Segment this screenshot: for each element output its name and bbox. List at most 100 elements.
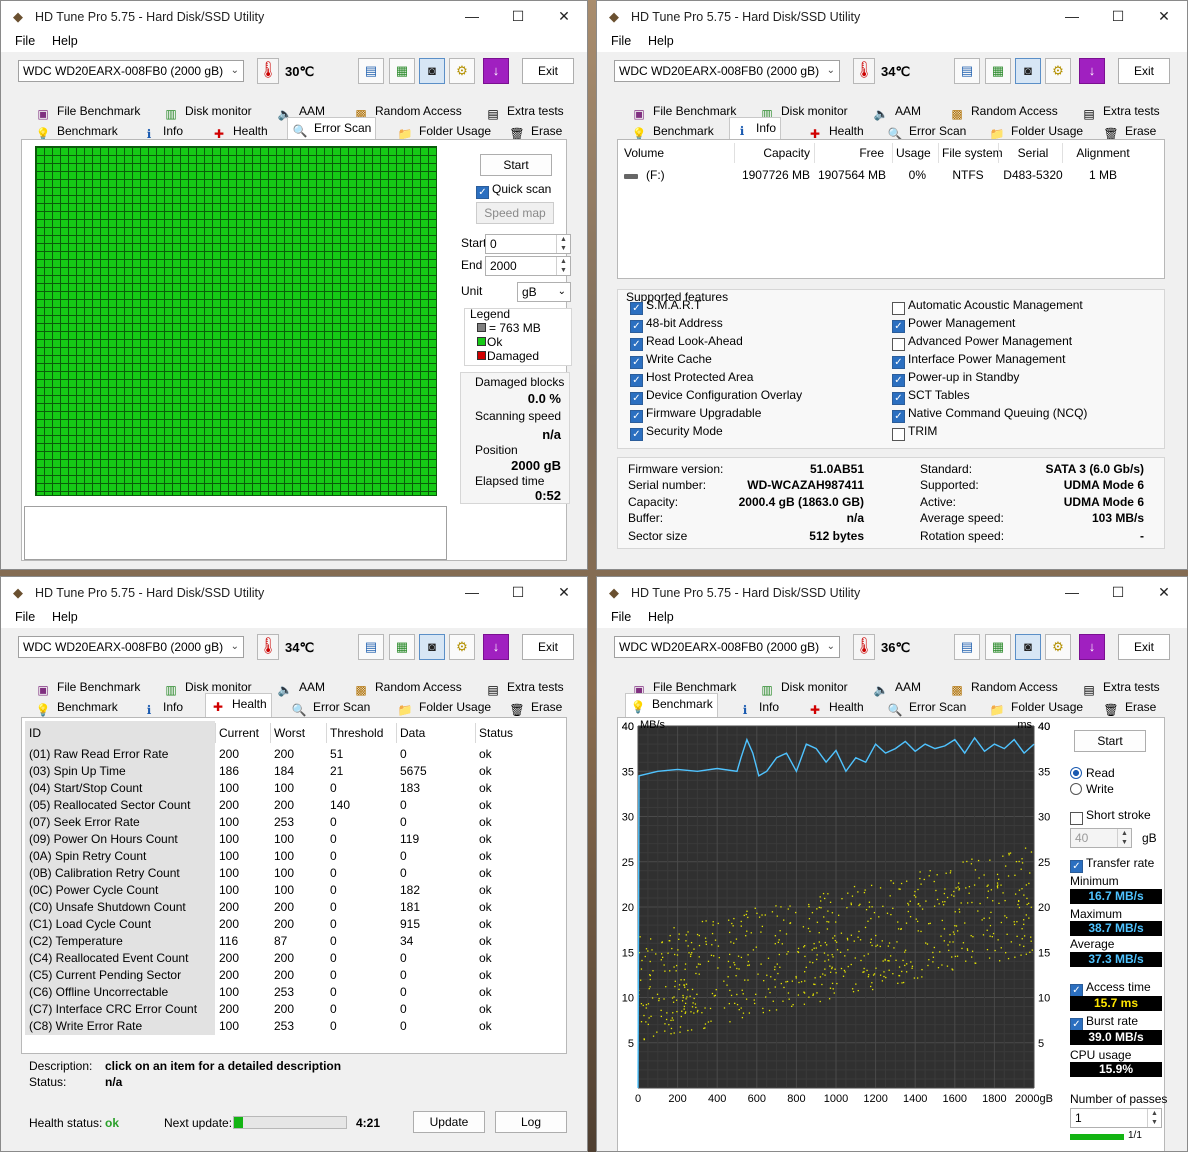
screenshot-icon[interactable]: ◙ [1015, 634, 1041, 660]
tab-info[interactable]: ℹ Info [141, 697, 183, 717]
update-button[interactable]: Update [413, 1111, 485, 1133]
tab-erase[interactable]: 🗑 Erase [509, 697, 562, 717]
menu-file[interactable]: File [15, 610, 35, 624]
tab-extra-tests[interactable]: ▤ Extra tests [485, 101, 563, 121]
tab-benchmark[interactable]: 💡 Benchmark [35, 121, 118, 141]
tab-benchmark[interactable]: 💡 Benchmark [35, 697, 118, 717]
drive-select[interactable]: WDC WD20EARX-008FB0 (2000 gB) ⌄ [614, 60, 840, 82]
smart-row[interactable]: (C0) Unsafe Shutdown Count 200 200 0 181 ok [25, 899, 565, 916]
smart-row[interactable]: (0C) Power Cycle Count 100 100 0 182 ok [25, 882, 565, 899]
volume-header-0[interactable]: Volume [624, 146, 734, 160]
start-button[interactable]: Start [1074, 730, 1146, 752]
tab-disk-monitor[interactable]: ▥ Disk monitor [759, 677, 847, 697]
menu-help[interactable]: Help [648, 34, 674, 48]
tab-benchmark[interactable]: 💡 Benchmark [631, 121, 714, 141]
tab-health[interactable]: ✚ Health [211, 121, 268, 141]
feature-checkbox-right-7[interactable]: ✓TRIM [892, 424, 937, 441]
drive-select[interactable]: WDC WD20EARX-008FB0 (2000 gB) ⌄ [614, 636, 840, 658]
smart-row[interactable]: (0B) Calibration Retry Count 100 100 0 0 ok [25, 865, 565, 882]
tab-health[interactable]: ✚ Health [807, 121, 864, 141]
copy-table-icon[interactable]: ▦ [985, 634, 1011, 660]
tab-file-benchmark[interactable]: ▣ File Benchmark [35, 101, 140, 121]
smart-row[interactable]: (C1) Load Cycle Count 200 200 0 915 ok [25, 916, 565, 933]
volume-header-2[interactable]: Free [818, 146, 884, 160]
spin-arrows-icon[interactable]: ▲ ▼ [556, 257, 570, 275]
close-button[interactable]: ✕ [541, 577, 587, 608]
copy-table-icon[interactable]: ▦ [985, 58, 1011, 84]
tab-error-scan[interactable]: 🔍 Error Scan [287, 117, 377, 141]
smart-row[interactable]: (0A) Spin Retry Count 100 100 0 0 ok [25, 848, 565, 865]
drive-select[interactable]: WDC WD20EARX-008FB0 (2000 gB) ⌄ [18, 636, 244, 658]
spin-arrows-icon[interactable]: ▲ ▼ [1117, 829, 1131, 847]
feature-checkbox-left-4[interactable]: ✓ Host Protected Area [630, 370, 753, 387]
copy-text-icon[interactable]: ▤ [954, 634, 980, 660]
feature-checkbox-left-1[interactable]: ✓ 48-bit Address [630, 316, 723, 333]
minimize-button[interactable]: — [449, 1, 495, 32]
close-button[interactable]: ✕ [1141, 577, 1187, 608]
transfer-rate-checkbox[interactable]: ✓ Transfer rate [1070, 856, 1154, 873]
tab-aam[interactable]: 🔈 AAM [873, 677, 922, 697]
tab-health[interactable]: ✚ Health [205, 693, 272, 717]
feature-checkbox-right-2[interactable]: ✓Advanced Power Management [892, 334, 1072, 351]
smart-header-3[interactable]: Threshold [330, 725, 383, 742]
tab-erase[interactable]: 🗑 Erase [1103, 697, 1156, 717]
start-field[interactable]: 0 ▲ ▼ [485, 234, 571, 254]
spin-arrows-icon[interactable]: ▲ ▼ [1147, 1109, 1161, 1127]
feature-checkbox-right-1[interactable]: ✓ Power Management [892, 316, 1015, 333]
download-icon[interactable]: ↓ [1079, 634, 1105, 660]
download-icon[interactable]: ↓ [1079, 58, 1105, 84]
menu-help[interactable]: Help [648, 610, 674, 624]
smart-row[interactable]: (C6) Offline Uncorrectable 100 253 0 0 ok [25, 984, 565, 1001]
tab-error-scan[interactable]: 🔍 Error Scan [887, 697, 967, 717]
smart-row[interactable]: (01) Raw Read Error Rate 200 200 51 0 ok [25, 746, 565, 763]
screenshot-icon[interactable]: ◙ [1015, 58, 1041, 84]
smart-row[interactable]: (05) Reallocated Sector Count 200 200 140 0 o… [25, 797, 565, 814]
menu-file[interactable]: File [611, 610, 631, 624]
maximize-button[interactable]: ☐ [1095, 577, 1141, 608]
log-button[interactable]: Log [495, 1111, 567, 1133]
screenshot-icon[interactable]: ◙ [419, 634, 445, 660]
smart-row[interactable]: (04) Start/Stop Count 100 100 0 183 ok [25, 780, 565, 797]
smart-row[interactable]: (C8) Write Error Rate 100 253 0 0 ok [25, 1018, 565, 1035]
spin-arrows-icon[interactable]: ▲ ▼ [556, 235, 570, 253]
exit-button[interactable]: Exit [1118, 634, 1170, 660]
tab-erase[interactable]: 🗑 Erase [509, 121, 562, 141]
smart-header-2[interactable]: Worst [274, 725, 305, 742]
volume-header-5[interactable]: Serial [1002, 146, 1064, 160]
unit-select[interactable]: gB ⌄ [517, 282, 571, 302]
smart-row[interactable]: (C7) Interface CRC Error Count 200 200 0 0 ok [25, 1001, 565, 1018]
tab-random-access[interactable]: ▩ Random Access [949, 101, 1057, 121]
feature-checkbox-right-3[interactable]: ✓ Interface Power Management [892, 352, 1065, 369]
tab-extra-tests[interactable]: ▤ Extra tests [1081, 677, 1159, 697]
exit-button[interactable]: Exit [522, 58, 574, 84]
tab-extra-tests[interactable]: ▤ Extra tests [485, 677, 563, 697]
tab-error-scan[interactable]: 🔍 Error Scan [291, 697, 371, 717]
copy-text-icon[interactable]: ▤ [358, 58, 384, 84]
minimize-button[interactable]: — [449, 577, 495, 608]
exit-button[interactable]: Exit [1118, 58, 1170, 84]
tab-extra-tests[interactable]: ▤ Extra tests [1081, 101, 1159, 121]
smart-row[interactable]: (03) Spin Up Time 186 184 21 5675 ok [25, 763, 565, 780]
volume-header-4[interactable]: File system [942, 146, 1003, 160]
read-radio[interactable]: Read [1070, 766, 1115, 780]
feature-checkbox-left-7[interactable]: ✓ Security Mode [630, 424, 723, 441]
copy-text-icon[interactable]: ▤ [358, 634, 384, 660]
tab-disk-monitor[interactable]: ▥ Disk monitor [163, 101, 251, 121]
passes-field[interactable]: 1 ▲ ▼ [1070, 1108, 1162, 1128]
smart-row[interactable]: (C5) Current Pending Sector 200 200 0 0 ok [25, 967, 565, 984]
tab-random-access[interactable]: ▩ Random Access [353, 677, 461, 697]
smart-row[interactable]: (07) Seek Error Rate 100 253 0 0 ok [25, 814, 565, 831]
tab-folder-usage[interactable]: 📁 Folder Usage [989, 121, 1084, 141]
smart-header-4[interactable]: Data [400, 725, 425, 742]
tab-info[interactable]: ℹ Info [141, 121, 183, 141]
download-icon[interactable]: ↓ [483, 634, 509, 660]
menu-help[interactable]: Help [52, 610, 78, 624]
options-icon[interactable]: ⚙ [1045, 634, 1071, 660]
options-icon[interactable]: ⚙ [449, 634, 475, 660]
smart-header-0[interactable]: ID [29, 725, 41, 742]
volume-header-6[interactable]: Alignment [1066, 146, 1140, 160]
tab-info[interactable]: ℹ Info [737, 697, 779, 717]
write-radio[interactable]: Write [1070, 782, 1114, 796]
end-field[interactable]: 2000 ▲ ▼ [485, 256, 571, 276]
start-button[interactable]: Start [480, 154, 552, 176]
